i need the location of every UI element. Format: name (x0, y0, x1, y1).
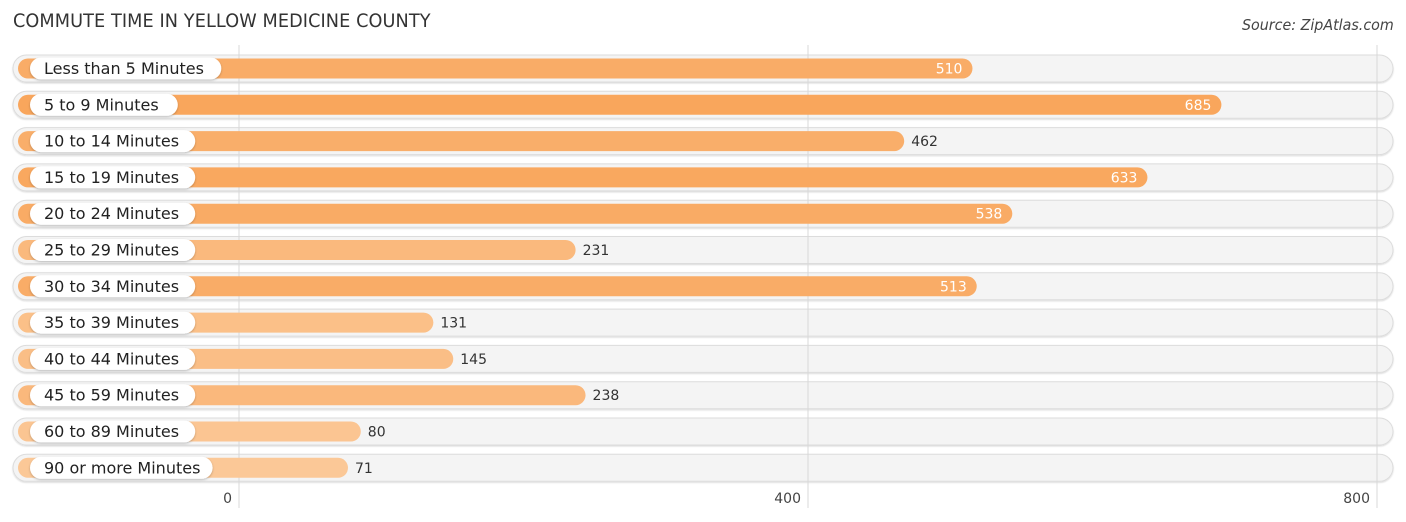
value-label: 71 (355, 461, 373, 477)
bar-chart: Less than 5 Minutes 510 5 to 9 Minutes 685 1… (12, 45, 1394, 508)
category-label: 20 to 24 Minutes (44, 204, 179, 223)
value-label: 462 (911, 134, 938, 150)
value-label: 80 (368, 425, 386, 441)
category-label: 60 to 89 Minutes (44, 422, 179, 441)
x-tick-label: 0 (223, 491, 232, 507)
category-label: 15 to 19 Minutes (44, 168, 179, 187)
value-label: 131 (440, 316, 467, 332)
value-label: 513 (940, 279, 967, 295)
category-label: 30 to 34 Minutes (44, 277, 179, 296)
bar-row: 5 to 9 Minutes 685 (18, 93, 1222, 116)
bar-row: Less than 5 Minutes 510 (18, 57, 973, 80)
bar-row: 60 to 89 Minutes 80 (18, 420, 386, 443)
category-label: 45 to 59 Minutes (44, 386, 179, 405)
value-label: 231 (583, 243, 610, 259)
bar (18, 94, 1222, 115)
category-label: 10 to 14 Minutes (44, 132, 179, 151)
x-axis: 0 400 800 (223, 491, 1370, 507)
value-label: 510 (936, 62, 963, 78)
x-tick-label: 800 (1343, 491, 1370, 507)
x-tick-label: 400 (774, 491, 801, 507)
value-label: 145 (460, 352, 487, 368)
bar-row: 90 or more Minutes 71 (18, 456, 373, 479)
bar-row: 30 to 34 Minutes 513 (18, 275, 977, 298)
bar-row: 20 to 24 Minutes 538 (18, 202, 1013, 225)
bar-row: 10 to 14 Minutes 462 (18, 130, 938, 153)
value-label: 238 (593, 388, 620, 404)
category-label: 25 to 29 Minutes (44, 241, 179, 260)
category-label: Less than 5 Minutes (44, 59, 204, 78)
bars: Less than 5 Minutes 510 5 to 9 Minutes 685 1… (18, 57, 1222, 479)
category-label: 5 to 9 Minutes (44, 95, 159, 114)
value-label: 538 (976, 207, 1003, 223)
value-label: 685 (1185, 98, 1212, 114)
bar-row: 35 to 39 Minutes 131 (18, 311, 467, 334)
category-label: 40 to 44 Minutes (44, 349, 179, 368)
category-label: 90 or more Minutes (44, 458, 200, 477)
bar-row: 15 to 19 Minutes 633 (18, 166, 1148, 189)
bar-row: 45 to 59 Minutes 238 (18, 384, 620, 407)
bar-row: 40 to 44 Minutes 145 (18, 347, 487, 370)
value-label: 633 (1111, 170, 1138, 186)
category-label: 35 to 39 Minutes (44, 313, 179, 332)
bar-row: 25 to 29 Minutes 231 (18, 239, 609, 261)
